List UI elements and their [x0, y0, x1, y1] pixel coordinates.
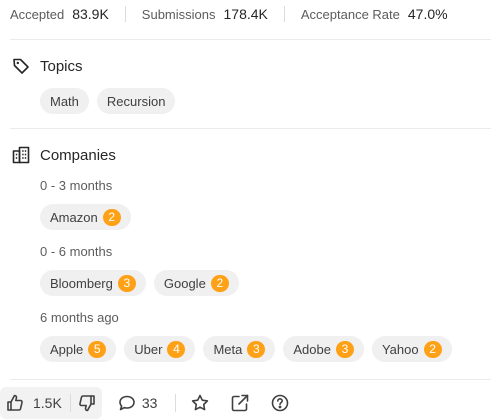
- star-icon[interactable]: [190, 393, 210, 413]
- comment-count: 33: [141, 395, 158, 411]
- accepted-label: Accepted: [10, 6, 65, 22]
- topics-header[interactable]: Topics: [12, 56, 83, 76]
- building-icon: [12, 146, 30, 164]
- company-tag-amazon[interactable]: Amazon 2: [40, 204, 131, 230]
- thumbs-up-icon[interactable]: [5, 393, 25, 413]
- period-label: 0 - 6 months: [40, 244, 113, 259]
- stat-divider: [124, 6, 126, 22]
- company-tag-google[interactable]: Google 2: [153, 270, 239, 296]
- company-count-badge: 3: [247, 340, 266, 358]
- submissions-value: 178.4K: [223, 6, 268, 22]
- company-count-badge: 4: [167, 340, 186, 358]
- vote-box: 1.5K: [0, 387, 102, 419]
- company-count-badge: 5: [88, 340, 107, 358]
- company-name: Yahoo: [381, 341, 419, 357]
- period-label: 6 months ago: [40, 310, 119, 325]
- company-name: Bloomberg: [50, 275, 113, 291]
- company-name: Apple: [50, 341, 84, 357]
- stat-divider: [283, 6, 285, 22]
- company-tag-meta[interactable]: Meta 3: [203, 336, 276, 362]
- company-name: Google: [163, 275, 206, 291]
- divider: [10, 379, 491, 380]
- company-tags-group: Bloomberg 3 Google 2: [40, 270, 239, 296]
- company-tags-group: Apple 5 Uber 4 Meta 3 Adobe 3 Yahoo 2: [40, 336, 452, 362]
- company-tag-bloomberg[interactable]: Bloomberg 3: [40, 270, 146, 296]
- company-count-badge: 2: [210, 274, 229, 292]
- accepted-value: 83.9K: [72, 6, 109, 22]
- company-count-badge: 3: [117, 274, 136, 292]
- company-count-badge: 3: [335, 340, 354, 358]
- divider: [10, 128, 491, 129]
- company-tag-yahoo[interactable]: Yahoo 2: [371, 336, 452, 362]
- company-count-badge: 2: [102, 208, 121, 226]
- topic-tag-recursion[interactable]: Recursion: [96, 88, 176, 114]
- stats-row: Accepted 83.9K Submissions 178.4K Accept…: [10, 5, 448, 23]
- topic-tags: Math Recursion: [40, 88, 176, 114]
- company-tag-apple[interactable]: Apple 5: [40, 336, 117, 362]
- company-name: Meta: [213, 341, 243, 357]
- help-icon[interactable]: [270, 393, 290, 413]
- companies-title: Companies: [40, 146, 116, 164]
- vote-divider: [69, 394, 71, 412]
- like-count: 1.5K: [33, 395, 62, 411]
- topics-title: Topics: [40, 57, 83, 75]
- submissions-label: Submissions: [141, 6, 216, 22]
- company-tag-uber[interactable]: Uber 4: [124, 336, 196, 362]
- acceptance-rate-value: 47.0%: [407, 6, 448, 22]
- comment-icon[interactable]: [118, 394, 136, 412]
- acceptance-rate-label: Acceptance Rate: [300, 6, 400, 22]
- topic-tag-math[interactable]: Math: [40, 88, 89, 114]
- divider: [10, 39, 491, 40]
- action-bar: 1.5K 33: [0, 387, 290, 419]
- tag-icon: [12, 57, 30, 75]
- company-name: Adobe: [293, 341, 331, 357]
- company-name: Amazon: [50, 209, 98, 225]
- footer-divider: [175, 394, 177, 412]
- share-icon[interactable]: [230, 393, 250, 413]
- company-count-badge: 2: [423, 340, 442, 358]
- company-tags-group: Amazon 2: [40, 204, 131, 230]
- companies-header[interactable]: Companies: [12, 145, 116, 165]
- company-tag-adobe[interactable]: Adobe 3: [283, 336, 364, 362]
- company-name: Uber: [134, 341, 163, 357]
- thumbs-down-icon[interactable]: [77, 393, 97, 413]
- period-label: 0 - 3 months: [40, 178, 113, 193]
